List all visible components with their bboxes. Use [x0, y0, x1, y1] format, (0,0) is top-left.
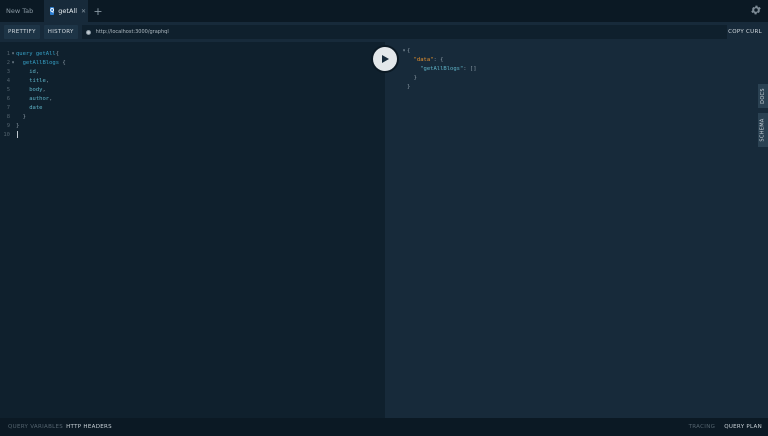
code-line: 10 — [0, 131, 300, 140]
schema-tab-label: SCHEMA — [760, 118, 766, 142]
code-line: 6 author, — [0, 95, 300, 104]
line-number: 10 — [3, 132, 10, 138]
line-number: 4 — [6, 78, 10, 84]
line-number: 6 — [6, 96, 10, 102]
result-line: } — [401, 83, 701, 92]
code-line: 9} — [0, 122, 300, 131]
execute-query-button[interactable] — [373, 47, 397, 71]
code-token: } — [16, 114, 26, 120]
line-number: 5 — [6, 87, 10, 93]
query-badge-icon: Q — [50, 7, 55, 15]
code-token: getAllBlogs — [16, 60, 60, 66]
line-number: 8 — [6, 114, 10, 120]
code-line: 5 body, — [0, 86, 300, 95]
code-token: author — [16, 96, 50, 102]
endpoint-url-input[interactable]: http://localhost:3000/graphql — [81, 25, 727, 39]
tab-getall[interactable]: Q getAll ✕ — [44, 0, 88, 22]
json-token: { — [407, 48, 411, 54]
query-plan-tab[interactable]: QUERY PLAN — [724, 424, 762, 430]
add-tab-button[interactable]: + — [88, 0, 108, 22]
schema-tab[interactable]: SCHEMA — [758, 113, 768, 147]
result-line: ▾{ — [401, 47, 701, 56]
code-line: 3 id, — [0, 68, 300, 77]
docs-tab[interactable]: DOCS — [758, 84, 768, 108]
tab-label: getAll — [58, 7, 77, 15]
line-number: 9 — [6, 123, 10, 129]
line-number: 7 — [6, 105, 10, 111]
code-token: getAll — [35, 51, 56, 57]
gear-icon[interactable] — [750, 4, 762, 16]
tab-new-tab[interactable]: New Tab — [0, 0, 44, 22]
json-token: "getAllBlogs" — [407, 66, 464, 72]
json-token: "data" — [407, 57, 434, 63]
code-token: { — [55, 51, 60, 57]
code-line: 7 date — [0, 104, 300, 113]
close-icon[interactable]: ✕ — [81, 8, 86, 15]
code-line: 4 title, — [0, 77, 300, 86]
endpoint-url: http://localhost:3000/graphql — [95, 29, 169, 35]
line-number: 3 — [6, 69, 10, 75]
result-line: "getAllBlogs": [] — [401, 65, 701, 74]
graphql-playground: New Tab Q getAll ✕ + PRETTIFY HISTORY ht… — [0, 0, 768, 436]
code-token: , — [35, 69, 40, 75]
query-editor[interactable]: 1▾query getAll{2▾ getAllBlogs {3 id, 4 ti… — [0, 42, 384, 418]
docs-tab-label: DOCS — [760, 88, 766, 104]
tab-label: New Tab — [6, 7, 34, 15]
code-token: , — [49, 96, 53, 102]
code-token: body — [16, 87, 43, 93]
code-token: { — [59, 60, 66, 66]
code-line: 1▾query getAll{ — [0, 50, 300, 59]
code-token: query — [16, 51, 36, 57]
line-number: 2 — [6, 60, 10, 66]
query-variables-tab[interactable]: QUERY VARIABLES — [8, 424, 63, 430]
code-token: } — [16, 123, 20, 129]
tab-bar: New Tab Q getAll ✕ + — [0, 0, 768, 22]
play-icon — [382, 55, 389, 63]
json-token: } — [407, 75, 417, 81]
code-line: 2▾ getAllBlogs { — [0, 59, 300, 68]
prettify-button[interactable]: PRETTIFY — [4, 25, 40, 39]
code-token: date — [16, 105, 43, 111]
status-dot-icon — [85, 29, 91, 35]
line-number: 1 — [6, 51, 10, 57]
text-cursor — [17, 131, 18, 138]
result-line: "data": { — [401, 56, 701, 65]
code-token: , — [42, 87, 46, 93]
toolbar: PRETTIFY HISTORY http://localhost:3000/g… — [0, 22, 768, 42]
json-token: } — [407, 84, 411, 90]
footer: QUERY VARIABLES HTTP HEADERS TRACING QUE… — [0, 418, 768, 436]
code-token: title — [16, 78, 46, 84]
copy-curl-button[interactable]: COPY CURL — [728, 25, 762, 39]
tracing-tab[interactable]: TRACING — [689, 424, 716, 430]
json-token: : { — [433, 57, 444, 63]
code-token: id — [16, 69, 36, 75]
code-token: , — [45, 78, 50, 84]
result-line: } — [401, 74, 701, 83]
result-viewer: ▾{ "data": { "getAllBlogs": [] }} — [385, 42, 768, 418]
json-token: : [] — [463, 66, 477, 72]
http-headers-tab[interactable]: HTTP HEADERS — [66, 424, 112, 430]
history-button[interactable]: HISTORY — [43, 25, 78, 39]
code-line: 8 } — [0, 113, 300, 122]
